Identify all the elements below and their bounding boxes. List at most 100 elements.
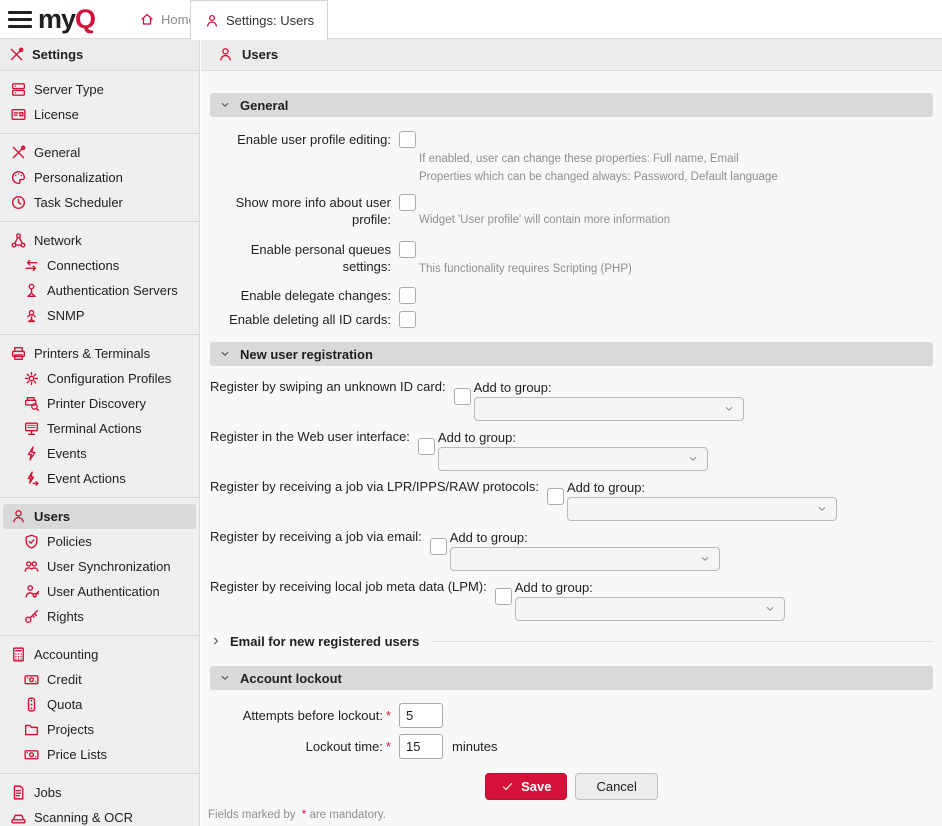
myq-logo: myQ — [38, 2, 95, 36]
sidebar-item-accounting[interactable]: Accounting — [3, 642, 196, 667]
sidebar-item-label: Events — [47, 446, 87, 461]
sidebar-header: Settings — [0, 39, 199, 71]
setting-row-enable-deleting-all-id-cards: Enable deleting all ID cards: — [210, 311, 933, 328]
sidebar-item-event-actions[interactable]: Event Actions — [3, 466, 196, 491]
clock-icon — [10, 194, 27, 211]
sidebar-item-personalization[interactable]: Personalization — [3, 165, 196, 190]
section-title-new-user-registration: New user registration — [240, 347, 373, 362]
add-to-group-select[interactable] — [567, 497, 837, 521]
setting-row-show-more-info-about-user-profile: Show more info about user profile:Widget… — [210, 194, 933, 229]
person-key-icon — [23, 583, 40, 600]
checkbox-enable-user-profile-editing[interactable] — [399, 131, 416, 148]
sidebar-item-general[interactable]: General — [3, 140, 196, 165]
sidebar-item-policies[interactable]: Policies — [3, 529, 196, 554]
person-stand-icon — [23, 282, 40, 299]
sidebar-item-authentication-servers[interactable]: Authentication Servers — [3, 278, 196, 303]
registration-row-register-by-receiving-a-job-via-email: Register by receiving a job via email:Ad… — [210, 529, 933, 571]
sidebar-item-rights[interactable]: Rights — [3, 604, 196, 629]
add-to-group-select[interactable] — [450, 547, 720, 571]
sidebar-nav: Server TypeLicense GeneralPersonalization… — [0, 71, 199, 826]
money-icon — [23, 746, 40, 763]
sidebar-item-label: Task Scheduler — [34, 195, 123, 210]
section-header-new-user-registration[interactable]: New user registration — [210, 342, 933, 366]
cancel-button[interactable]: Cancel — [575, 773, 657, 800]
sidebar-item-label: User Synchronization — [47, 559, 171, 574]
sidebar-item-label: Credit — [47, 672, 82, 687]
save-button[interactable]: Save — [485, 773, 567, 800]
help-text: If enabled, user can change these proper… — [419, 150, 933, 168]
sidebar-item-events[interactable]: Events — [3, 441, 196, 466]
sidebar-item-task-scheduler[interactable]: Task Scheduler — [3, 190, 196, 215]
traffic-light-icon — [23, 696, 40, 713]
setting-label: Enable delegate changes: — [210, 287, 391, 304]
checkbox-enable-personal-queues-settings[interactable] — [399, 241, 416, 258]
sidebar-item-price-lists[interactable]: Price Lists — [3, 742, 196, 767]
sidebar-item-label: Event Actions — [47, 471, 126, 486]
sidebar-item-label: Configuration Profiles — [47, 371, 171, 386]
bolt-icon — [23, 445, 40, 462]
document-icon — [10, 784, 27, 801]
sidebar-item-connections[interactable]: Connections — [3, 253, 196, 278]
checkbox-show-more-info-about-user-profile[interactable] — [399, 194, 416, 211]
sidebar-item-license[interactable]: License — [3, 102, 196, 127]
form-actions: Save Cancel — [210, 773, 933, 800]
checkbox-register-in-the-web-user-interface[interactable] — [418, 438, 435, 455]
sidebar-item-jobs[interactable]: Jobs — [3, 780, 196, 805]
home-icon — [139, 11, 155, 27]
checkbox-register-by-receiving-a-job-via-email[interactable] — [430, 538, 447, 555]
sidebar-item-user-synchronization[interactable]: User Synchronization — [3, 554, 196, 579]
add-to-group-select[interactable] — [438, 447, 708, 471]
sidebar-item-network[interactable]: Network — [3, 228, 196, 253]
hamburger-menu-icon[interactable] — [8, 8, 32, 30]
input-suffix: minutes — [452, 739, 498, 754]
top-bar: myQ Home Settings: Users — [0, 0, 942, 39]
tab-settings-users[interactable]: Settings: Users — [190, 0, 328, 40]
gear-icon — [23, 370, 40, 387]
money-icon — [23, 671, 40, 688]
section-header-account-lockout[interactable]: Account lockout — [210, 666, 933, 690]
scanner-icon — [10, 809, 27, 826]
sidebar-item-projects[interactable]: Projects — [3, 717, 196, 742]
server-icon — [10, 81, 27, 98]
sidebar-item-user-authentication[interactable]: User Authentication — [3, 579, 196, 604]
sidebar-item-quota[interactable]: Quota — [3, 692, 196, 717]
sidebar-item-credit[interactable]: Credit — [3, 667, 196, 692]
user-icon — [217, 46, 234, 63]
settings-sidebar: Settings Server TypeLicense GeneralPerson… — [0, 39, 200, 826]
sidebar-item-printer-discovery[interactable]: Printer Discovery — [3, 391, 196, 416]
add-to-group-select[interactable] — [515, 597, 785, 621]
section-header-general[interactable]: General — [210, 93, 933, 117]
registration-row-register-in-the-web-user-interface: Register in the Web user interface:Add t… — [210, 429, 933, 471]
sidebar-item-server-type[interactable]: Server Type — [3, 77, 196, 102]
add-to-group-label: Add to group: — [450, 529, 933, 546]
checkbox-enable-delegate-changes[interactable] — [399, 287, 416, 304]
checkbox-enable-deleting-all-id-cards[interactable] — [399, 311, 416, 328]
attempts-before-lockout-input[interactable] — [399, 703, 443, 728]
arrows-icon — [23, 257, 40, 274]
chevron-down-icon — [219, 672, 231, 684]
lockout-time-input[interactable] — [399, 734, 443, 759]
section-header-email-for-new-registered-users[interactable]: Email for new registered users — [210, 631, 933, 651]
printer-icon — [10, 345, 27, 362]
sidebar-item-scanning-ocr[interactable]: Scanning & OCR — [3, 805, 196, 826]
checkbox-register-by-receiving-local-job-meta-data-lpm[interactable] — [495, 588, 512, 605]
sidebar-item-configuration-profiles[interactable]: Configuration Profiles — [3, 366, 196, 391]
sidebar-item-users[interactable]: Users — [3, 504, 196, 529]
setting-label: Enable personal queues settings: — [210, 241, 391, 275]
key-icon — [23, 608, 40, 625]
setting-label: Register by receiving local job meta dat… — [210, 579, 487, 594]
sidebar-divider — [0, 635, 199, 636]
checkbox-register-by-swiping-an-unknown-id-card[interactable] — [454, 388, 471, 405]
checkbox-register-by-receiving-a-job-via-lpr-ipps-raw-protocols[interactable] — [547, 488, 564, 505]
myq-settings-users-page: myQ Home Settings: Users Settings Server… — [0, 0, 942, 826]
help-text: This functionality requires Scripting (P… — [419, 260, 933, 278]
user-icon — [10, 508, 27, 525]
printer-search-icon — [23, 395, 40, 412]
sidebar-item-terminal-actions[interactable]: Terminal Actions — [3, 416, 196, 441]
sidebar-item-printers-terminals[interactable]: Printers & Terminals — [3, 341, 196, 366]
add-to-group-select[interactable] — [474, 397, 744, 421]
sidebar-item-snmp[interactable]: SNMP — [3, 303, 196, 328]
lockout-rows: Attempts before lockout:*Lockout time:*m… — [210, 690, 933, 759]
setting-label: Enable user profile editing: — [210, 131, 391, 148]
setting-row-enable-personal-queues-settings: Enable personal queues settings: This fun… — [210, 241, 933, 278]
